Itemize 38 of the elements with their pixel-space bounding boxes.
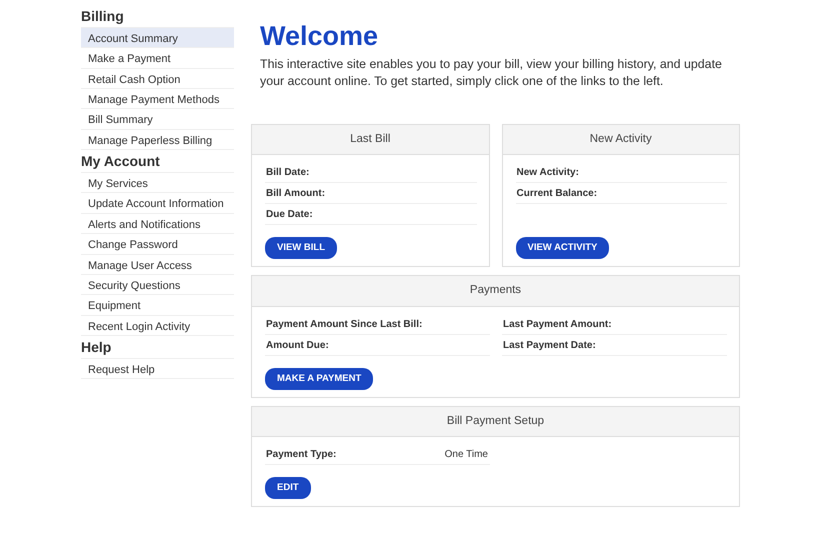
field-label: Last Payment Date:	[503, 338, 597, 353]
sidebar-item[interactable]: Update Account Information	[81, 193, 234, 214]
action-button[interactable]: VIEW ACTIVITY	[516, 237, 610, 260]
sidebar-item[interactable]: Bill Summary	[81, 109, 234, 130]
sidebar-item[interactable]: Request Help	[81, 358, 234, 380]
action-button[interactable]: VIEW BILL	[265, 237, 338, 260]
field-label: Amount Due:	[266, 338, 330, 353]
action-button[interactable]: MAKE A PAYMENT	[265, 368, 374, 390]
sidebar-item[interactable]: My Services	[81, 172, 234, 194]
sidebar-item[interactable]: Manage User Access	[81, 254, 234, 275]
action-button[interactable]: EDIT	[265, 477, 311, 500]
panel-header: Payments	[252, 276, 739, 307]
sidebar-item[interactable]: Manage Paperless Billing	[81, 130, 234, 150]
field-label: Bill Amount:	[266, 187, 326, 202]
panel-header: New Activity	[502, 124, 739, 156]
field-label: Current Balance:	[516, 187, 598, 202]
field-label: Payment Type:	[266, 448, 338, 462]
field-label: Due Date:	[266, 208, 314, 222]
field-label: Payment Amount Since Last Bill:	[266, 318, 424, 332]
sidebar-item[interactable]: Account Summary	[81, 28, 234, 48]
panel-header: Bill Payment Setup	[252, 406, 739, 438]
sidebar-item[interactable]: Alerts and Notifications	[81, 214, 234, 234]
sidebar-item[interactable]: Change Password	[81, 234, 234, 254]
sidebar-item[interactable]: Make a Payment	[81, 48, 234, 69]
sidebar-item[interactable]: Retail Cash Option	[81, 68, 234, 89]
field-label: New Activity:	[516, 166, 580, 180]
sidebar-item[interactable]: Recent Login Activity	[81, 316, 234, 336]
field-label: Last Payment Amount:	[503, 318, 613, 332]
intro-text: This interactive site enables you to pay your bill, view your billing history, and update your account online. To get started, simply click one of the links to the left.	[260, 56, 723, 90]
sidebar-item[interactable]: Manage Payment Methods	[81, 88, 234, 110]
field-value: One Time	[444, 448, 488, 462]
sidebar-item[interactable]: Security Questions	[81, 274, 234, 296]
page-title: Welcome	[260, 20, 380, 52]
section-heading: Help	[81, 339, 234, 359]
field-label: Bill Date:	[266, 166, 310, 180]
section-heading: My Account	[81, 153, 234, 173]
sidebar-item[interactable]: Equipment	[81, 295, 234, 316]
panel-header: Last Bill	[252, 124, 488, 156]
